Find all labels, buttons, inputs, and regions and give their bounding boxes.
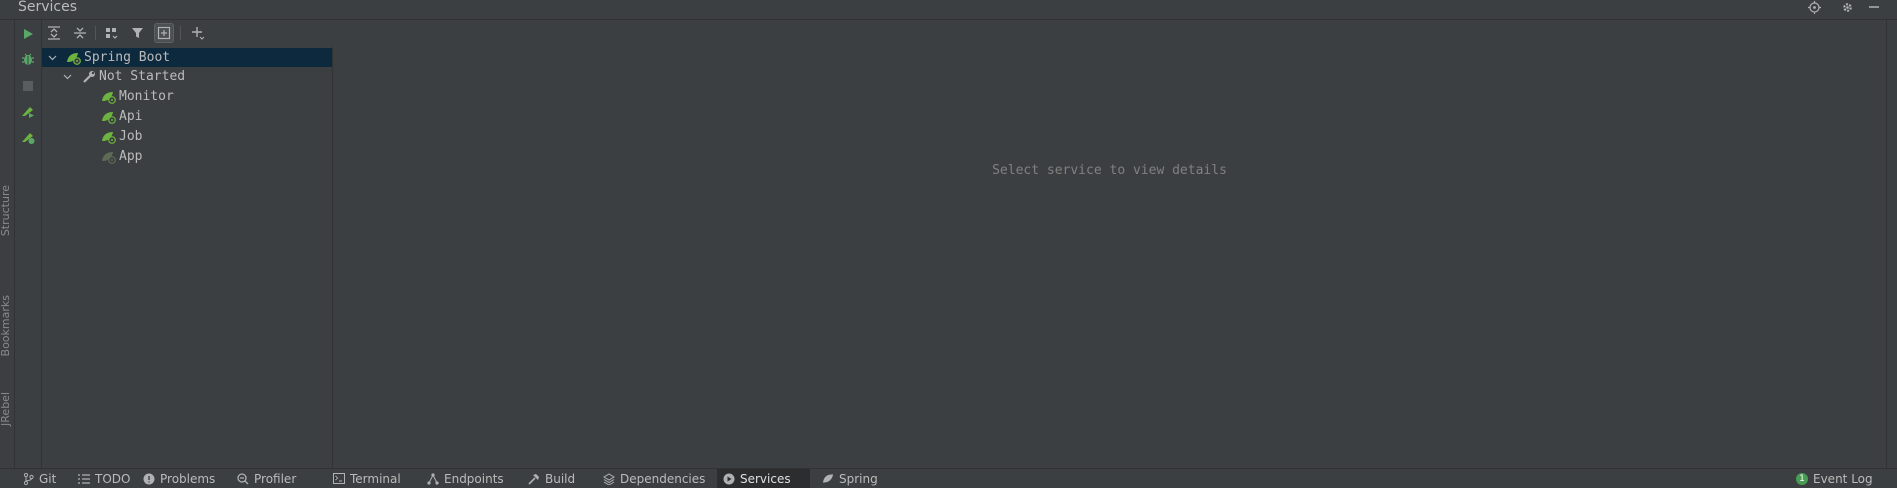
tool-window-header: Services [0, 0, 1897, 20]
event-log-label: Event Log [1813, 471, 1873, 486]
spring-boot-app-icon [101, 89, 117, 105]
services-action-toolbar [15, 20, 42, 468]
tree-node-monitor[interactable]: Monitor [42, 87, 332, 106]
endpoints-icon [427, 472, 439, 485]
tab-terminal[interactable]: Terminal [327, 469, 407, 488]
tab-label: TODO [95, 471, 131, 486]
toolbar-divider [95, 26, 96, 40]
stripe-tab-jrebel[interactable]: JRebel [0, 392, 13, 426]
tab-label: Git [39, 471, 57, 486]
tab-label: Profiler [254, 471, 297, 486]
filter-icon[interactable] [128, 23, 148, 43]
tree-node-not-started[interactable]: Not Started [42, 67, 332, 86]
jrebel-debug-icon[interactable] [19, 128, 37, 146]
tab-label: Endpoints [444, 471, 504, 486]
tab-label: Problems [160, 471, 216, 486]
tab-profiler[interactable]: Profiler [231, 469, 302, 488]
tree-node-label: Api [119, 109, 143, 124]
right-tool-stripe [1886, 20, 1897, 468]
empty-details-text: Select service to view details [992, 163, 1227, 178]
tree-node-label: App [119, 149, 143, 164]
problems-icon [143, 473, 155, 485]
jrebel-run-icon[interactable] [19, 102, 37, 120]
terminal-icon [333, 473, 345, 485]
hammer-icon [528, 473, 540, 485]
tree-node-label: Monitor [119, 89, 174, 104]
tab-label: Build [545, 471, 576, 486]
play-circle-icon [723, 473, 735, 485]
tree-node-label: Not Started [99, 69, 186, 84]
wrench-icon [81, 69, 97, 85]
locate-icon[interactable] [1806, 0, 1822, 14]
spring-boot-app-disabled-icon [101, 149, 117, 165]
chevron-down-icon[interactable] [60, 67, 74, 86]
tree-node-spring-boot[interactable]: Spring Boot [42, 48, 332, 67]
tab-dependencies[interactable]: Dependencies [597, 469, 711, 488]
tab-endpoints[interactable]: Endpoints [421, 469, 510, 488]
open-in-new-tab-icon[interactable] [154, 23, 174, 43]
services-tree: Spring Boot Not Started Monitor Api Job … [42, 47, 333, 468]
stripe-tab-bookmarks[interactable]: Bookmarks [0, 295, 13, 356]
debug-icon[interactable] [19, 50, 37, 68]
event-log-button[interactable]: 1 Event Log [1790, 469, 1879, 488]
tab-git[interactable]: Git [16, 469, 62, 488]
minimize-icon[interactable] [1866, 0, 1882, 14]
spring-leaf-icon [822, 473, 834, 485]
stripe-tab-structure[interactable]: Structure [0, 185, 13, 236]
profiler-icon [237, 472, 249, 485]
service-details-pane: Select service to view details [333, 47, 1886, 468]
stop-icon[interactable] [19, 77, 37, 95]
tab-label: Spring [839, 471, 878, 486]
tree-toolbar [42, 20, 332, 46]
collapse-all-icon[interactable] [70, 23, 90, 43]
add-service-icon[interactable] [188, 23, 208, 43]
tab-label: Terminal [350, 471, 401, 486]
tab-spring[interactable]: Spring [816, 469, 884, 488]
tool-window-title: Services [18, 0, 78, 15]
expand-all-icon[interactable] [44, 23, 64, 43]
tree-node-label: Spring Boot [84, 50, 171, 65]
tab-label: Services [740, 471, 791, 486]
tree-node-label: Job [119, 129, 143, 144]
tree-node-app[interactable]: App [42, 147, 332, 166]
spring-boot-icon [66, 50, 82, 66]
tab-todo[interactable]: TODO [72, 469, 136, 488]
left-tool-stripe: Structure Bookmarks JRebel [0, 20, 15, 468]
run-icon[interactable] [19, 25, 37, 43]
toolbar-divider [180, 26, 181, 40]
bottom-tool-window-bar: Git TODO Problems Profiler Terminal Endp… [0, 468, 1897, 488]
tab-problems[interactable]: Problems [137, 469, 221, 488]
tree-node-api[interactable]: Api [42, 107, 332, 126]
gear-icon[interactable] [1839, 0, 1855, 14]
git-branch-icon [22, 472, 34, 485]
chevron-down-icon[interactable] [45, 48, 59, 67]
spring-boot-app-icon [101, 129, 117, 145]
spring-boot-app-icon [101, 109, 117, 125]
todo-list-icon [78, 473, 90, 485]
tree-node-job[interactable]: Job [42, 127, 332, 146]
tab-label: Dependencies [620, 471, 706, 486]
group-by-icon[interactable] [102, 23, 122, 43]
tab-build[interactable]: Build [522, 469, 581, 488]
tab-services[interactable]: Services [717, 469, 810, 488]
event-count-badge: 1 [1796, 472, 1808, 485]
layers-icon [603, 472, 615, 485]
